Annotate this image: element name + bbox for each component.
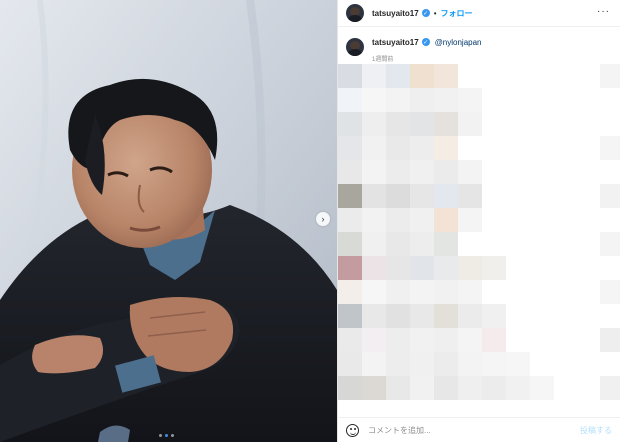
carousel-dot-active bbox=[165, 434, 168, 437]
verified-badge-icon: ✓ bbox=[421, 9, 430, 17]
smiley-icon[interactable] bbox=[346, 423, 359, 437]
post-details-panel: tatsuyaito17 ✓ • フォロー ··· tatsuyaito17 ✓… bbox=[338, 0, 620, 442]
avatar[interactable] bbox=[346, 4, 364, 22]
comment-bar: 投稿する bbox=[338, 418, 620, 442]
portrait-image bbox=[0, 0, 337, 442]
more-horizontal-icon[interactable]: ··· bbox=[597, 7, 610, 17]
follow-button[interactable]: フォロー bbox=[441, 8, 473, 19]
caption-mention-link[interactable]: @nylonjapan bbox=[435, 38, 482, 47]
carousel-dot bbox=[171, 434, 174, 437]
chevron-right-icon: › bbox=[321, 213, 325, 224]
header-username[interactable]: tatsuyaito17 bbox=[372, 9, 419, 18]
blurred-comments-area bbox=[338, 64, 620, 400]
comment-input[interactable] bbox=[368, 425, 568, 435]
post-photo[interactable]: › bbox=[0, 0, 337, 442]
post-timestamp: 1週間前 bbox=[372, 57, 394, 63]
caption-username[interactable]: tatsuyaito17 bbox=[372, 38, 419, 47]
verified-badge-icon: ✓ bbox=[421, 38, 430, 46]
caption-avatar[interactable] bbox=[346, 38, 364, 56]
post-comment-button[interactable]: 投稿する bbox=[580, 425, 612, 436]
carousel-dot bbox=[159, 434, 162, 437]
post-header: tatsuyaito17 ✓ • フォロー ··· bbox=[338, 0, 620, 26]
carousel-next-button[interactable]: › bbox=[316, 212, 330, 226]
caption-row: tatsuyaito17 ✓ @nylonjapan bbox=[346, 38, 482, 56]
carousel-indicator bbox=[159, 434, 174, 437]
header-separator: • bbox=[433, 8, 437, 18]
header-divider bbox=[338, 26, 620, 27]
